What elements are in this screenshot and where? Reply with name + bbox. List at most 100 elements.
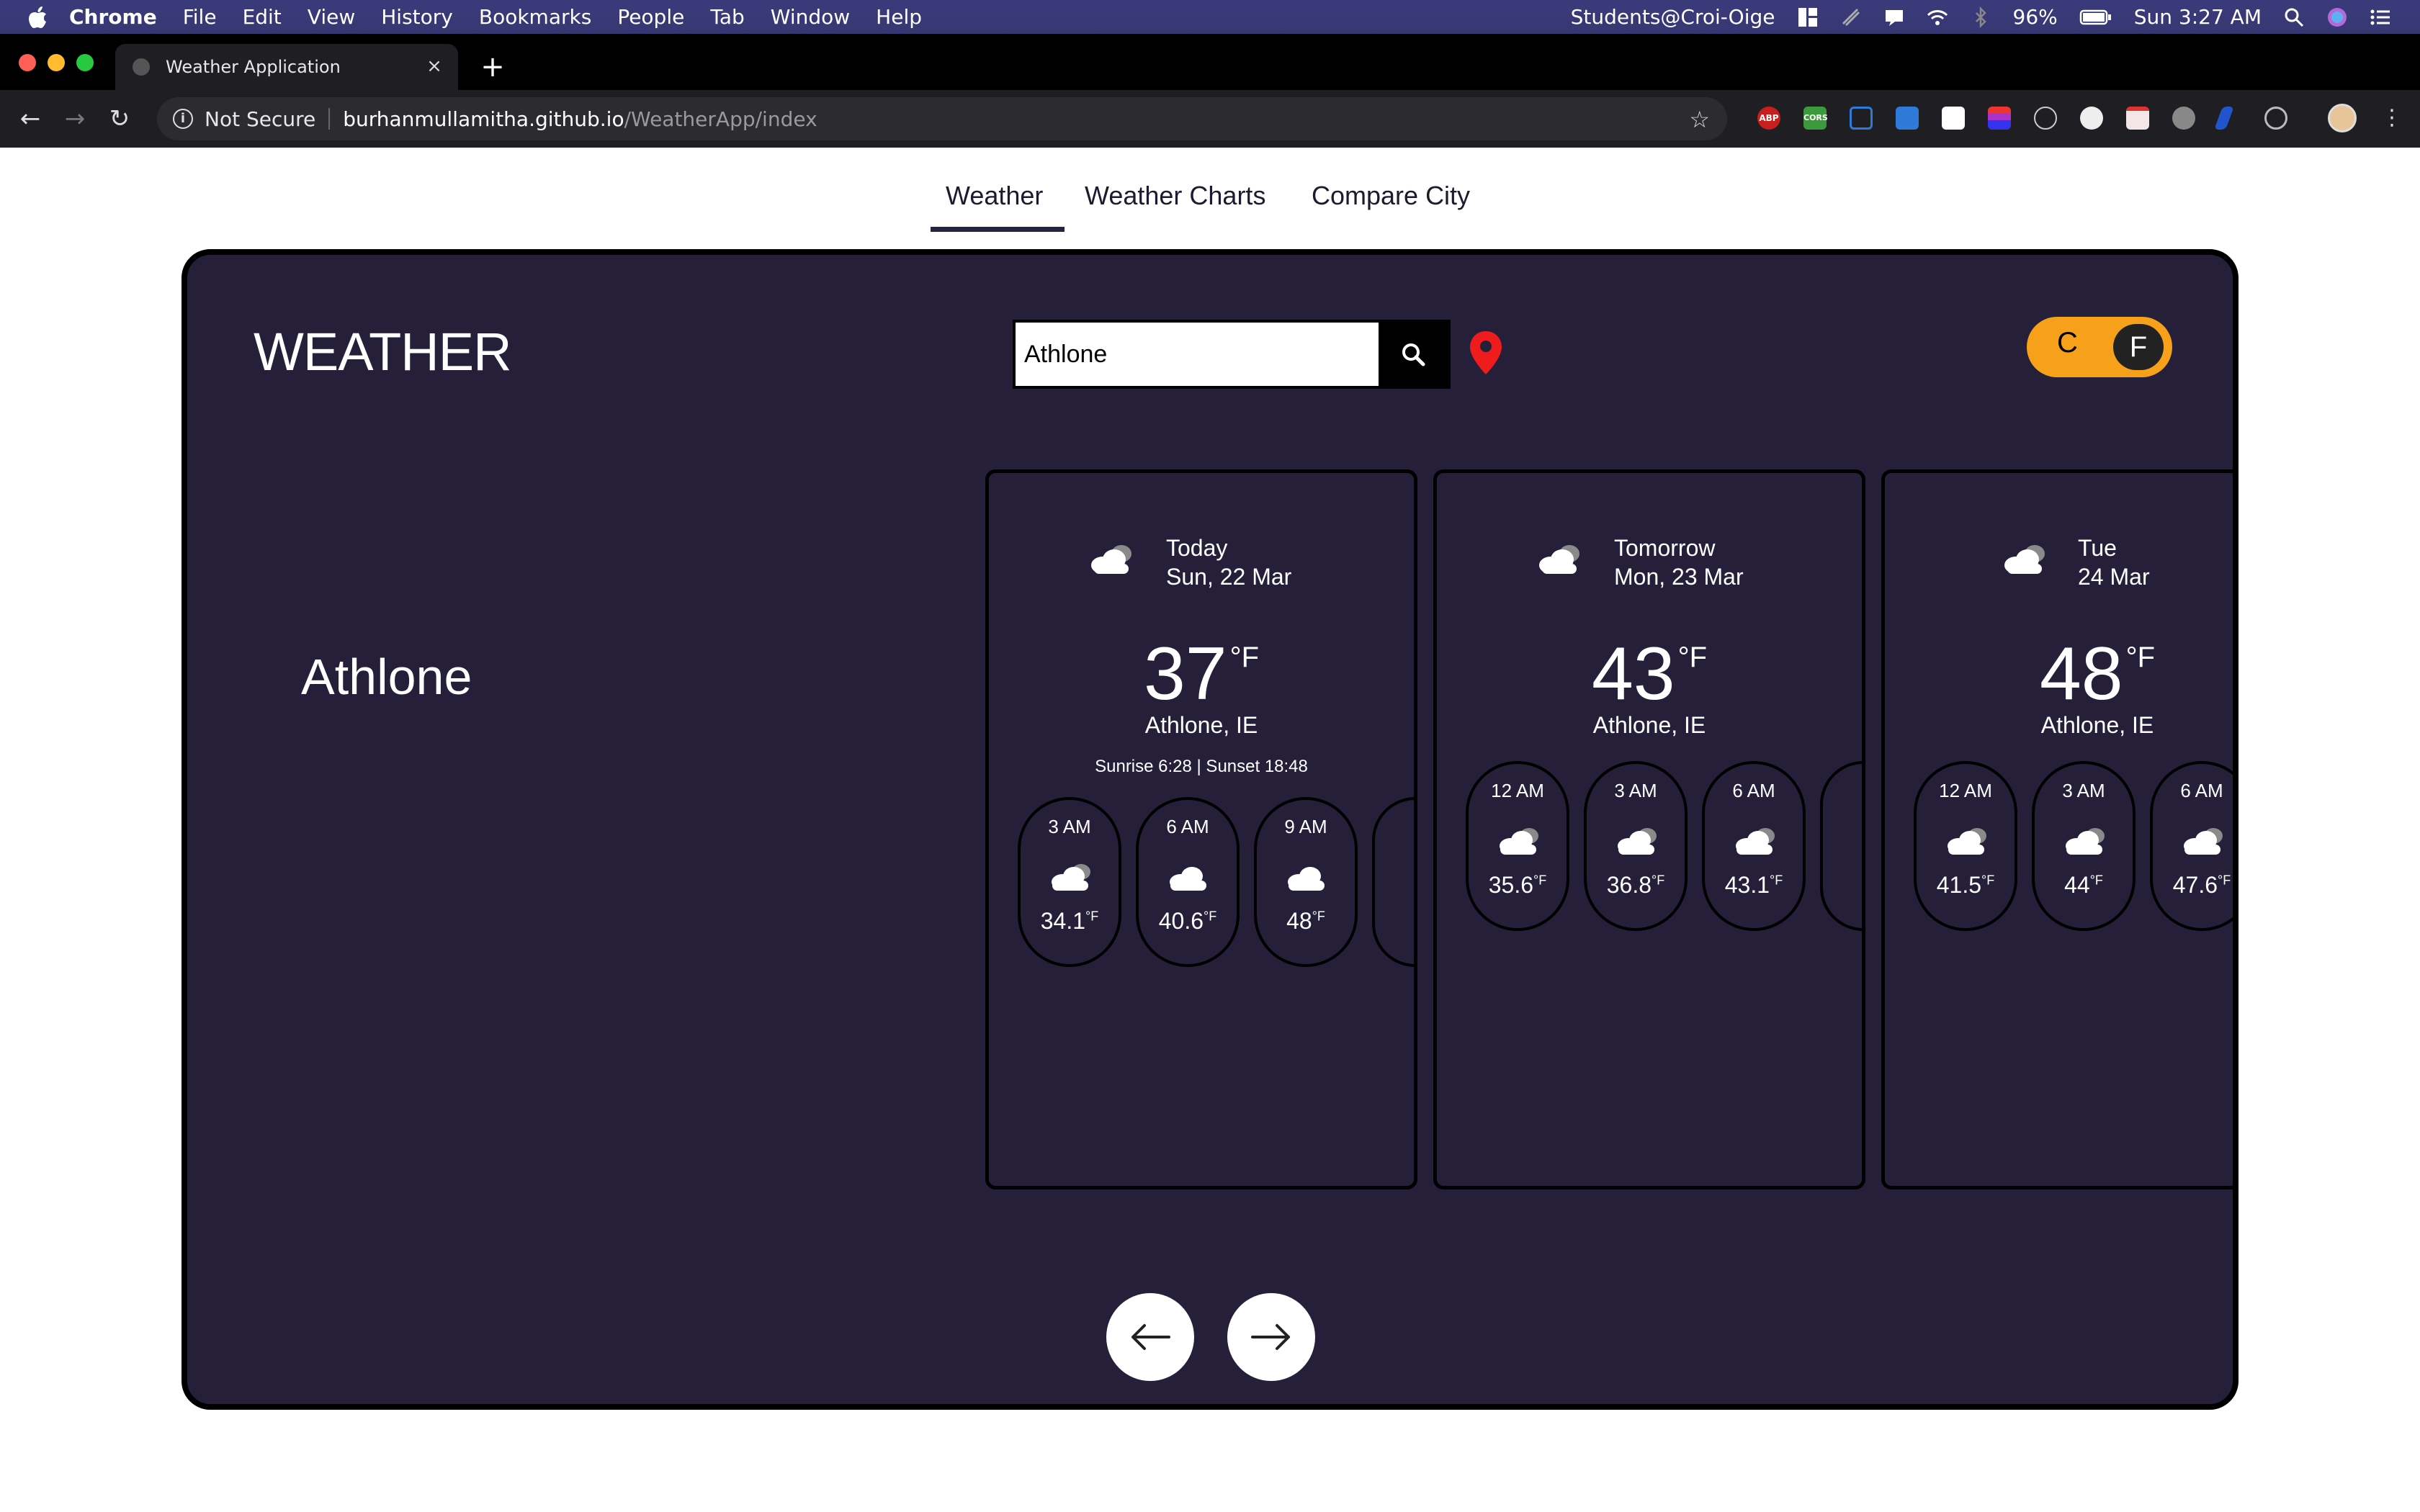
battery-icon[interactable]	[2079, 6, 2112, 28]
menubar-status-area: Students@Croi-Oige 96% Sun 3:27 AM	[1571, 0, 2391, 34]
hourly-forecast-item: 6 AM 47.6°F	[2150, 761, 2233, 931]
spotlight-search-icon[interactable]	[2283, 6, 2305, 28]
menu-history[interactable]: History	[381, 5, 453, 29]
hour-label: 6 AM	[1732, 780, 1775, 801]
apple-icon[interactable]	[29, 6, 48, 28]
menu-view[interactable]: View	[308, 5, 355, 29]
hour-temperature: 41.5	[1936, 872, 1982, 898]
forecast-day-card: Today Sun, 22 Mar 37 °F Athlone, IE Sunri…	[985, 469, 1417, 1189]
hourly-forecast-strip[interactable]: 12 AM 41.5°F 3 AM 44°F 6 AM 47.6°F	[1914, 761, 2233, 934]
cloud-icon	[1539, 545, 1579, 574]
menu-tab[interactable]: Tab	[710, 5, 744, 29]
hour-temp-unit: °F	[2218, 873, 2231, 888]
adblock-extension-icon[interactable]: ABP	[1757, 107, 1780, 130]
hour-temp-unit: °F	[1085, 909, 1099, 924]
browser-tab[interactable]: Weather Application ×	[115, 44, 458, 90]
window-close-button[interactable]	[19, 54, 36, 71]
hour-label: 6 AM	[1166, 816, 1209, 837]
close-tab-icon[interactable]: ×	[425, 57, 444, 76]
previous-button[interactable]	[1106, 1293, 1194, 1381]
sunrise-sunset: Sunrise 6:28 | Sunset 18:48	[1095, 757, 1308, 776]
globe-icon	[133, 58, 150, 76]
menubar-clock[interactable]: Sun 3:27 AM	[2134, 5, 2262, 29]
menu-window[interactable]: Window	[771, 5, 850, 29]
menubar-user[interactable]: Students@Croi-Oige	[1571, 5, 1775, 29]
cloud-icon	[2184, 828, 2223, 855]
reload-icon[interactable]: ↻	[105, 104, 134, 133]
menu-help[interactable]: Help	[876, 5, 922, 29]
temperature-unit: °F	[1677, 642, 1708, 673]
info-icon[interactable]: i	[173, 109, 193, 129]
profile-avatar[interactable]	[2328, 104, 2357, 132]
menu-file[interactable]: File	[183, 5, 217, 29]
forward-arrow-icon[interactable]: →	[60, 104, 89, 133]
extension-icon-10[interactable]	[2172, 107, 2195, 130]
hour-temperature: 36.8	[1606, 872, 1652, 898]
weather-panel: WEATHER C F Athlone Today Sun, 22 Mar 37…	[182, 249, 2238, 1410]
battery-percent: 96%	[2012, 5, 2058, 29]
notification-icon[interactable]	[1883, 6, 1905, 28]
tab-weather-charts[interactable]: Weather Charts	[1085, 181, 1265, 211]
cloud-icon	[1500, 828, 1538, 855]
city-search-input[interactable]	[1016, 323, 1379, 386]
bluetooth-icon[interactable]	[1970, 6, 1991, 28]
tab-weather[interactable]: Weather	[946, 181, 1043, 211]
macos-menu-bar: Chrome File Edit View History Bookmarks …	[0, 0, 2420, 34]
back-arrow-icon[interactable]: ←	[16, 104, 45, 133]
grid-icon[interactable]	[1797, 6, 1819, 28]
next-button[interactable]	[1227, 1293, 1315, 1381]
hour-temp-unit: °F	[1204, 909, 1217, 924]
hour-temperature: 35.6	[1488, 872, 1534, 898]
react-devtools-icon[interactable]	[2034, 107, 2057, 130]
hour-temperature: 40.6	[1158, 908, 1204, 934]
hourly-forecast-item-partial	[1372, 797, 1414, 967]
wifi-icon[interactable]	[1927, 6, 1948, 28]
hour-temperature: 47.6	[2172, 872, 2218, 898]
new-tab-button[interactable]: +	[478, 53, 507, 81]
hourly-forecast-strip[interactable]: 3 AM 34.1°F 6 AM 40.6°F 9 AM 48°F	[1018, 797, 1414, 970]
tab-compare-city[interactable]: Compare City	[1312, 181, 1470, 211]
siri-icon[interactable]	[2326, 6, 2348, 28]
window-zoom-button[interactable]	[76, 54, 94, 71]
extension-icon-4[interactable]	[1896, 107, 1919, 130]
hour-label: 3 AM	[2062, 780, 2105, 801]
forecast-day-label: Tue	[2078, 535, 2117, 561]
arrow-left-icon	[1131, 1324, 1170, 1350]
hour-temp-unit: °F	[1770, 873, 1783, 888]
hour-temp-unit: °F	[2089, 873, 2103, 888]
hourly-forecast-item: 6 AM 40.6°F	[1136, 797, 1240, 967]
extension-icon-6[interactable]	[1988, 107, 2011, 130]
window-minimize-button[interactable]	[48, 54, 65, 71]
menu-edit[interactable]: Edit	[243, 5, 282, 29]
airdrop-icon[interactable]	[1840, 6, 1862, 28]
menu-app-name[interactable]: Chrome	[69, 5, 157, 29]
hour-temperature: 43.1	[1724, 872, 1770, 898]
unit-toggle[interactable]: C F	[2027, 317, 2172, 377]
extension-icon-3[interactable]	[1850, 107, 1873, 130]
cloud-icon	[1170, 867, 1206, 891]
hour-label: 3 AM	[1048, 816, 1091, 837]
active-tab-indicator	[931, 227, 1065, 232]
cors-extension-icon[interactable]: CORS	[1803, 107, 1828, 130]
chrome-menu-icon[interactable]: ⋮	[2381, 107, 2403, 130]
menu-people[interactable]: People	[617, 5, 684, 29]
security-status[interactable]: Not Secure	[205, 107, 315, 131]
bookmark-star-icon[interactable]: ☆	[1689, 106, 1710, 133]
extension-icon-8[interactable]	[2080, 107, 2103, 130]
address-bar[interactable]: i Not Secure burhanmullamitha.github.io /…	[157, 97, 1727, 140]
hourly-forecast-item: 6 AM 43.1°F	[1702, 761, 1806, 931]
forecast-location: Athlone, IE	[1592, 712, 1706, 738]
menu-bookmarks[interactable]: Bookmarks	[479, 5, 591, 29]
notification-center-icon[interactable]	[2370, 6, 2391, 28]
extension-icon-5[interactable]	[1942, 107, 1965, 130]
celsius-option[interactable]: C	[2057, 327, 2078, 359]
location-pin-icon[interactable]	[1468, 330, 1504, 376]
hourly-forecast-strip[interactable]: 12 AM 35.6°F 3 AM 36.8°F 6 AM 43.1°F	[1466, 761, 1862, 934]
calendar-extension-icon[interactable]	[2126, 107, 2149, 130]
extension-icon-12[interactable]	[2264, 107, 2287, 130]
cloud-icon	[1618, 828, 1657, 855]
city-name: Athlone	[301, 649, 472, 705]
search-button[interactable]	[1379, 323, 1448, 386]
forecast-temperature: 37	[1143, 632, 1227, 716]
fahrenheit-option[interactable]: F	[2113, 324, 2164, 370]
